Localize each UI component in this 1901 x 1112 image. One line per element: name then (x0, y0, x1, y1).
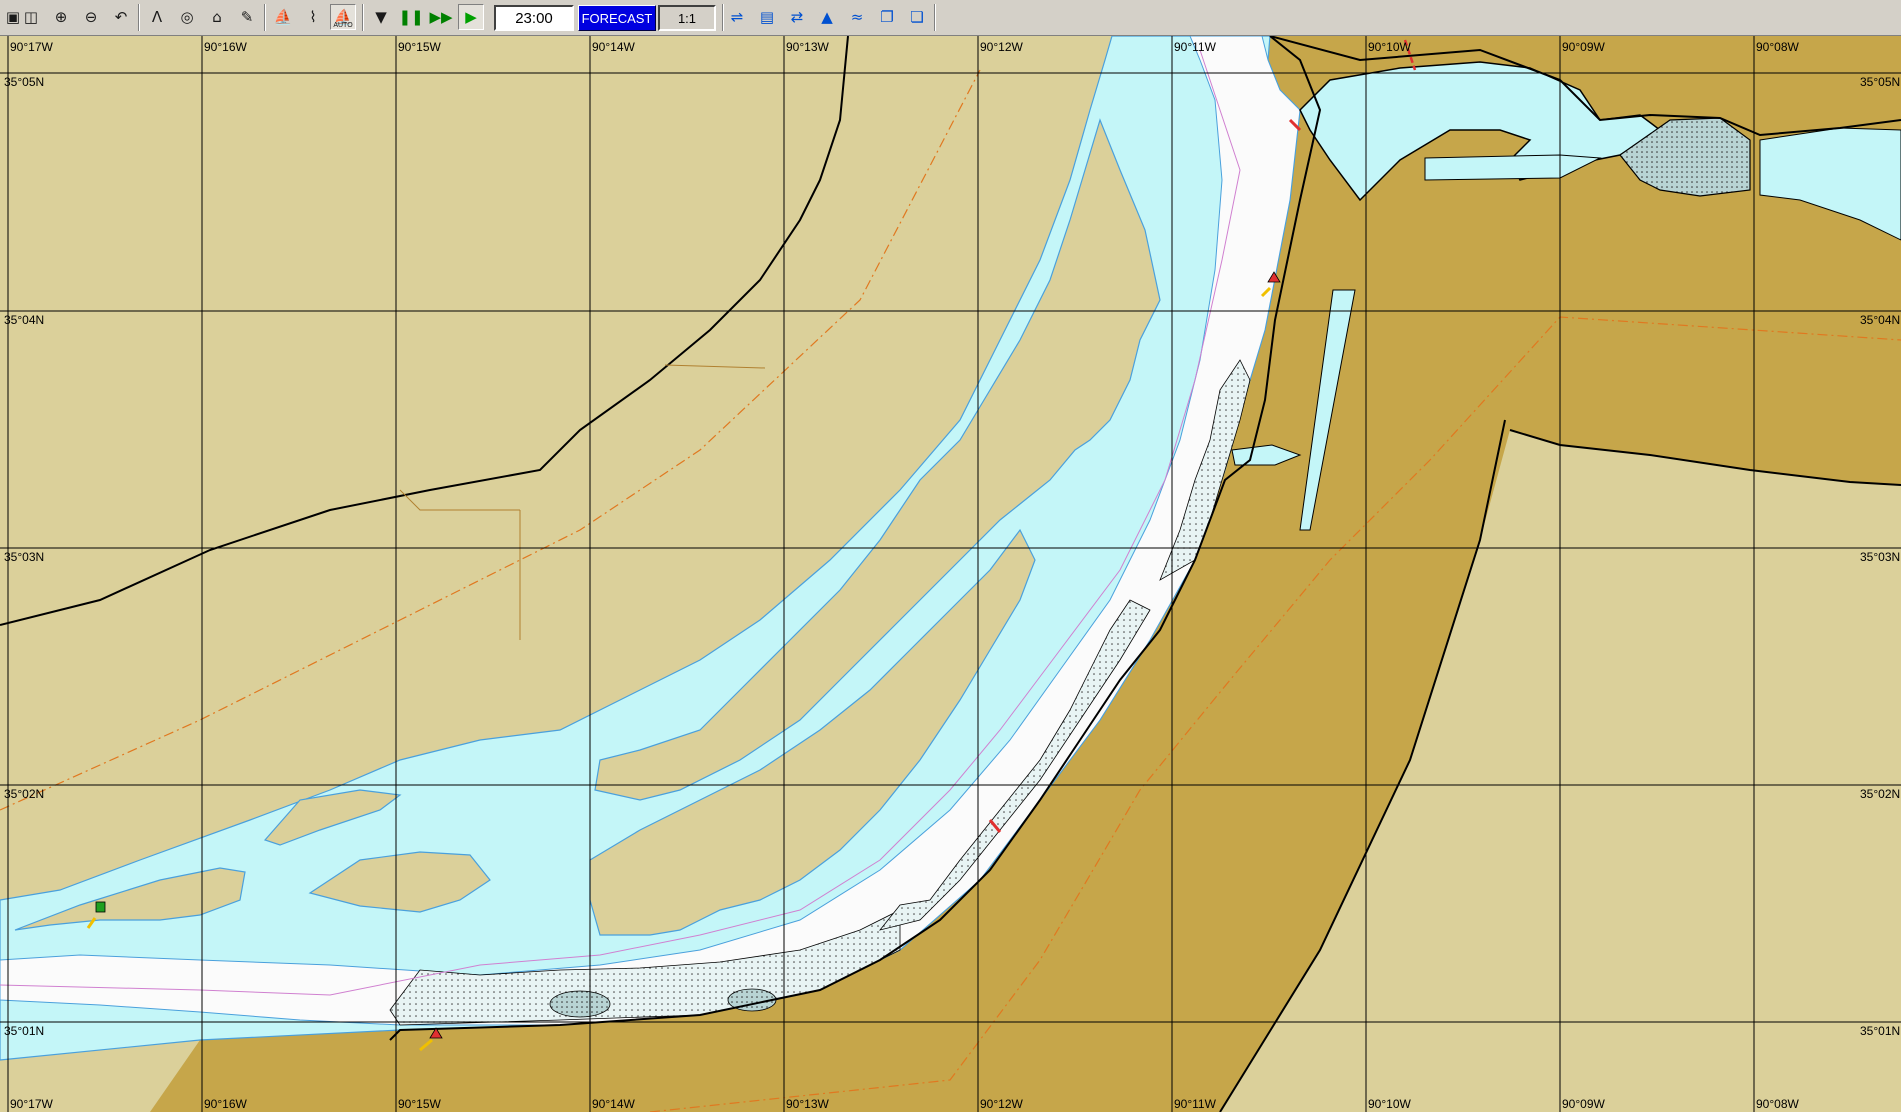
lon-label: 90°08W (1756, 1097, 1799, 1111)
target-icon[interactable]: ◎ (174, 4, 200, 30)
zoom-previous-icon[interactable]: ↶ (108, 4, 134, 30)
lon-label: 90°09W (1562, 1097, 1605, 1111)
lon-label: 90°14W (592, 1097, 635, 1111)
green-buoy-marker[interactable] (95, 901, 106, 913)
lat-label: 35°03N (4, 550, 44, 564)
route-add-icon[interactable]: ⌂ (204, 4, 230, 30)
chart-layer-icon[interactable]: ▤ (754, 4, 780, 30)
toolbar-separator (934, 4, 936, 31)
lon-label: 90°14W (592, 40, 635, 54)
lon-label: 90°12W (980, 1097, 1023, 1111)
lon-label: 90°16W (204, 40, 247, 54)
depth-icon[interactable]: ▲ (814, 4, 840, 30)
lon-label: 90°16W (204, 1097, 247, 1111)
pause-icon[interactable]: ❚❚ (398, 4, 424, 30)
route-edit-icon[interactable]: ✎ (234, 4, 260, 30)
auto-label: AUTO (333, 22, 353, 29)
zoom-in-icon[interactable]: ⊕ (48, 4, 74, 30)
lat-label: 35°05N (1860, 75, 1900, 89)
lon-label: 90°17W (10, 40, 53, 54)
lon-label: 90°15W (398, 1097, 441, 1111)
scale-field[interactable]: 1:1 (658, 5, 716, 31)
window-icon[interactable]: ❏ (904, 4, 930, 30)
toolbar: ▣ ◫ ⊕ ⊖ ↶ Λ ◎ ⌂ ✎ ⛵ ⌇ ⛵ AUTO ▼ ❚❚ ▶▶ ▶ 23… (0, 0, 1901, 36)
lon-label: 90°13W (786, 40, 829, 54)
lat-label: 35°02N (4, 787, 44, 801)
lon-label: 90°17W (10, 1097, 53, 1111)
copy-icon[interactable]: ❐ (874, 4, 900, 30)
zoom-window-icon[interactable]: ◫ (18, 4, 44, 30)
waypoint-icon[interactable]: ⇄ (784, 4, 810, 30)
lon-label: 90°08W (1756, 40, 1799, 54)
nautical-chart[interactable]: 90°17W 90°16W 90°15W 90°14W 90°13W 90°12… (0, 36, 1901, 1112)
lon-label: 90°11W (1174, 1097, 1217, 1111)
lat-label: 35°05N (4, 75, 44, 89)
lon-label: 90°13W (786, 1097, 829, 1111)
ship-track-icon[interactable]: ⌇ (300, 4, 326, 30)
play-icon[interactable]: ▶ (458, 4, 484, 30)
toolbar-separator (138, 4, 140, 31)
lon-label: 90°12W (980, 40, 1023, 54)
fast-forward-icon[interactable]: ▶▶ (428, 4, 454, 30)
lat-label: 35°02N (1860, 787, 1900, 801)
auto-ship-icon[interactable]: ⛵ AUTO (330, 4, 356, 30)
stop-icon[interactable]: ▼ (368, 4, 394, 30)
lon-label: 90°10W (1368, 1097, 1411, 1111)
toolbar-separator (264, 4, 266, 31)
wind-icon[interactable]: ≈ (844, 4, 870, 30)
rock-patch (549, 990, 611, 1018)
forecast-button[interactable]: FORECAST (578, 5, 656, 31)
lat-label: 35°01N (4, 1024, 44, 1038)
lon-label: 90°10W (1368, 40, 1411, 54)
time-field[interactable]: 23:00 (494, 5, 574, 31)
measure-compass-icon[interactable]: Λ (144, 4, 170, 30)
ship-icon[interactable]: ⛵ (270, 4, 296, 30)
lat-label: 35°03N (1860, 550, 1900, 564)
tide-current-icon[interactable]: ⇌ (724, 4, 750, 30)
lat-label: 35°04N (1860, 313, 1900, 327)
lon-label: 90°09W (1562, 40, 1605, 54)
lat-label: 35°01N (1860, 1024, 1900, 1038)
lon-label: 90°15W (398, 40, 441, 54)
lon-label: 90°11W (1174, 40, 1217, 54)
lat-label: 35°04N (4, 313, 44, 327)
toolbar-separator (362, 4, 364, 31)
zoom-out-icon[interactable]: ⊖ (78, 4, 104, 30)
